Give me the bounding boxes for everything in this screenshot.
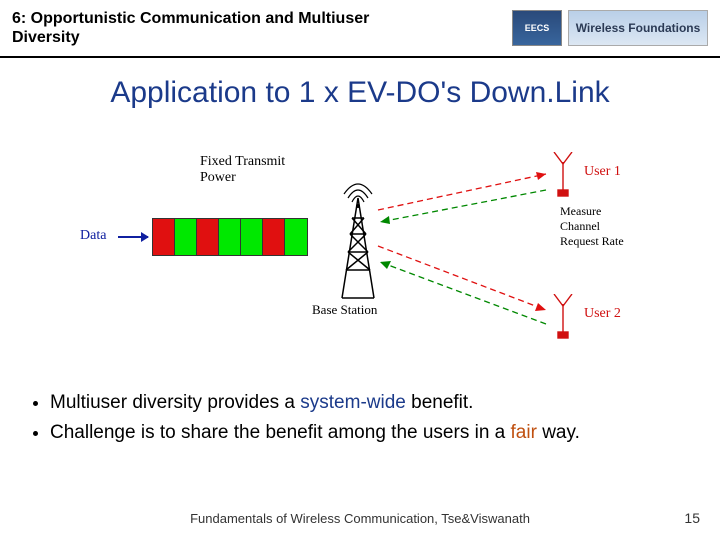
bullet-item: Multiuser diversity provides a system-wi… [50,390,696,416]
user2-label: User 2 [584,306,621,322]
chapter-title: 6: Opportunistic Communication and Multi… [12,9,392,47]
user1-antenna-icon [550,152,576,198]
highlight-text: system-wide [300,392,406,413]
base-station-label: Base Station [312,302,377,318]
slide-header: 6: Opportunistic Communication and Multi… [0,0,720,58]
page-number: 15 [684,510,700,526]
logo-group: EECS Wireless Foundations [512,10,708,46]
data-block [197,219,219,255]
data-block [153,219,175,255]
data-block [263,219,285,255]
user1-label: User 1 [584,164,621,180]
data-block [241,219,263,255]
data-block [219,219,241,255]
data-label: Data [80,228,106,244]
measure-channel-label: Measure Channel Request Rate [560,204,640,249]
wireless-foundations-logo: Wireless Foundations [568,10,708,46]
data-block [285,219,307,255]
data-block [175,219,197,255]
bullet-list: Multiuser diversity provides a system-wi… [30,390,696,445]
fixed-transmit-power-label: Fixed Transmit Power [200,154,285,186]
base-station-icon [336,180,380,300]
highlight-text: fair [511,422,537,443]
user2-antenna-icon [550,294,576,340]
eecs-logo: EECS [512,10,562,46]
bullet-item: Challenge is to share the benefit among … [50,420,696,446]
footer-text: Fundamentals of Wireless Communication, … [0,511,720,526]
downlink-diagram: Fixed Transmit Power Data Base Station [80,150,640,360]
data-blocks [152,218,308,256]
data-arrow-icon [118,236,148,238]
slide-title: Application to 1 x EV-DO's Down.Link [0,76,720,110]
